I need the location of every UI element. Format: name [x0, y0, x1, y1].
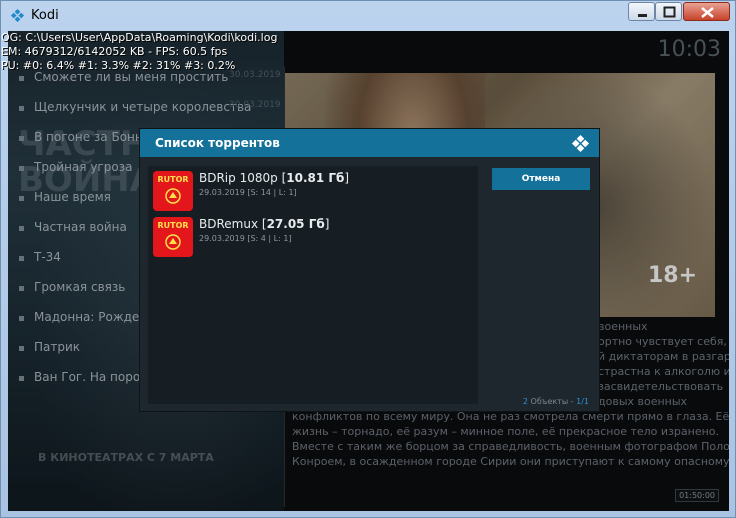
torrent-list: RUTOR BDRip 1080p [10.81 Гб] 29.03.2019 …: [148, 166, 478, 404]
kodi-logo-icon: [10, 8, 25, 23]
maximize-icon: [663, 6, 676, 18]
debug-overlay: OG: C:\Users\User\AppData\Roaming\Kodi\k…: [1, 31, 277, 73]
item-count: 2: [522, 397, 528, 406]
torrent-size-close: ]: [344, 171, 350, 185]
torrent-size-close: ]: [324, 217, 330, 231]
debug-memory: EM: 4679312/6142052 KB - FPS: 60.5 fps: [1, 45, 228, 58]
page-indicator: 1/1: [576, 397, 589, 406]
minimize-button[interactable]: [628, 2, 655, 21]
cancel-button[interactable]: Отмена: [492, 168, 590, 190]
torrent-size: 27.05 Гб: [266, 217, 325, 231]
title-bar[interactable]: Kodi: [1, 1, 735, 31]
dialog-title: Список торрентов: [155, 136, 280, 150]
rutor-logo-text: RUTOR: [157, 221, 189, 230]
rutor-emblem-icon: [165, 234, 181, 250]
debug-log-path: OG: C:\Users\User\AppData\Roaming\Kodi\k…: [1, 31, 278, 44]
torrent-title: BDRip 1080p: [199, 171, 278, 185]
torrent-meta: 29.03.2019 [S: 14 | L: 1]: [199, 188, 297, 197]
torrent-list-dialog: Список торрентов RUTOR BDRip 1080p [10.8…: [140, 129, 599, 411]
rutor-logo-icon: RUTOR: [153, 171, 193, 211]
rutor-logo-text: RUTOR: [157, 175, 189, 184]
app-window: Kodi ЧАСТН ВОЙНА В КИНОТЕАТРАХ С 7 МАРТА…: [0, 0, 736, 518]
rutor-emblem-icon: [165, 188, 181, 204]
debug-cpu: PU: #0: 6.4% #1: 3.3% #2: 31% #3: 0.2%: [1, 59, 236, 72]
close-button[interactable]: [683, 2, 730, 21]
window-title: Kodi: [31, 8, 59, 23]
torrent-item[interactable]: RUTOR BDRip 1080p [10.81 Гб] 29.03.2019 …: [148, 168, 478, 212]
dialog-header: Список торрентов: [140, 129, 599, 157]
close-icon: [701, 7, 714, 18]
kodi-logo-icon: [571, 134, 590, 153]
torrent-item[interactable]: RUTOR BDRemux [27.05 Гб] 29.03.2019 [S: …: [148, 214, 478, 258]
item-count-label: Объекты -: [530, 397, 574, 406]
torrent-size: 10.81 Гб: [286, 171, 345, 185]
minimize-icon: [638, 14, 647, 17]
dialog-footer: 2 Объекты - 1/1: [523, 397, 589, 406]
torrent-title: BDRemux: [199, 217, 259, 231]
rutor-logo-icon: RUTOR: [153, 217, 193, 257]
torrent-name: BDRip 1080p [10.81 Гб]: [199, 171, 349, 185]
torrent-meta: 29.03.2019 [S: 4 | L: 1]: [199, 234, 292, 243]
maximize-button[interactable]: [655, 2, 682, 21]
torrent-name: BDRemux [27.05 Гб]: [199, 217, 329, 231]
